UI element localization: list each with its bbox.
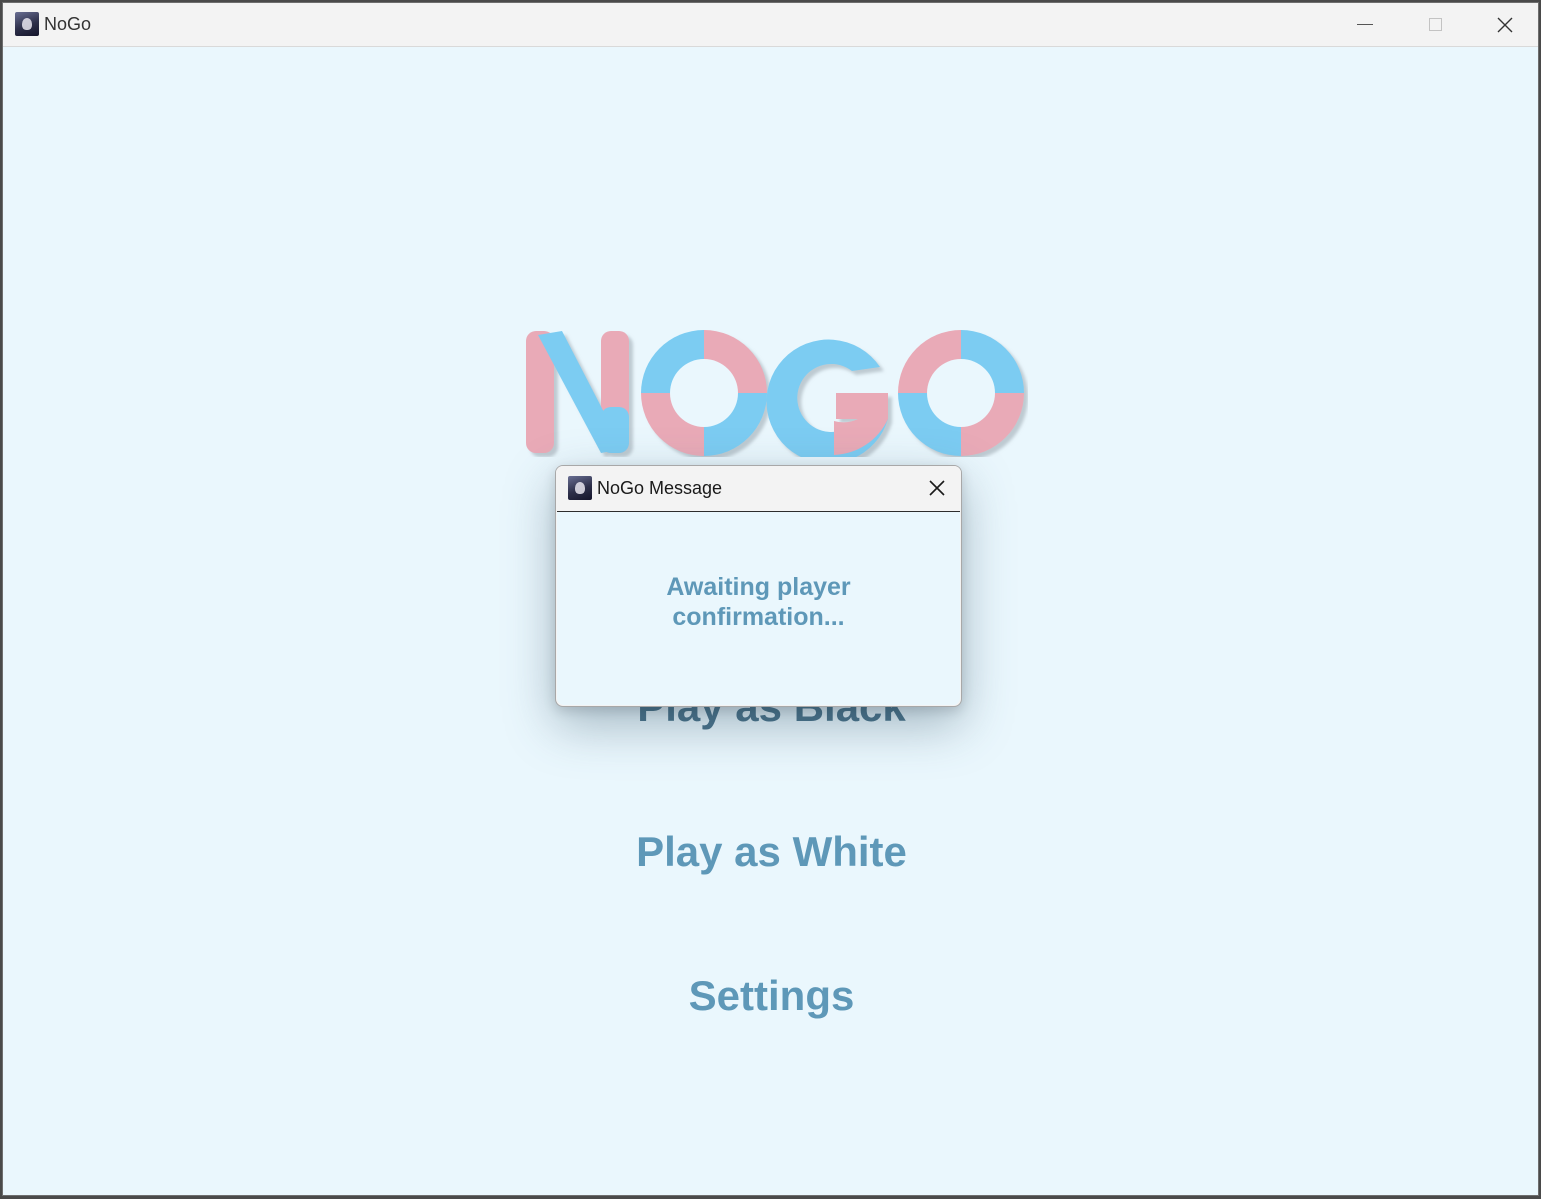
play-as-white-button[interactable]: Play as White xyxy=(3,828,1538,876)
message-dialog: NoGo Message Awaiting player confirmatio… xyxy=(555,465,962,707)
dialog-title: NoGo Message xyxy=(597,478,723,498)
dialog-message-line-1: Awaiting player xyxy=(666,573,851,601)
dialog-message-line-2: confirmation... xyxy=(672,603,845,631)
minimize-icon xyxy=(1357,24,1373,25)
dialog-close-button[interactable] xyxy=(921,472,953,504)
dialog-message: Awaiting player confirmation... xyxy=(557,572,960,632)
nogo-logo-graphic xyxy=(526,330,1024,464)
close-button[interactable] xyxy=(1470,3,1538,46)
window-title: NoGo xyxy=(44,14,92,34)
main-window: NoGo Play as White Settings NoGo Message… xyxy=(2,2,1539,1196)
app-icon xyxy=(15,12,39,36)
nogo-logo xyxy=(518,327,1028,464)
dialog-body: Awaiting player confirmation... xyxy=(557,511,960,705)
minimize-button[interactable] xyxy=(1330,3,1400,46)
dialog-title-bar[interactable]: NoGo Message xyxy=(556,466,961,510)
title-bar[interactable]: NoGo xyxy=(3,3,1538,47)
dialog-app-icon xyxy=(568,476,592,500)
maximize-button[interactable] xyxy=(1400,3,1470,46)
close-icon xyxy=(929,480,945,496)
maximize-icon xyxy=(1428,18,1442,31)
settings-button[interactable]: Settings xyxy=(3,972,1538,1020)
close-icon xyxy=(1497,17,1513,32)
